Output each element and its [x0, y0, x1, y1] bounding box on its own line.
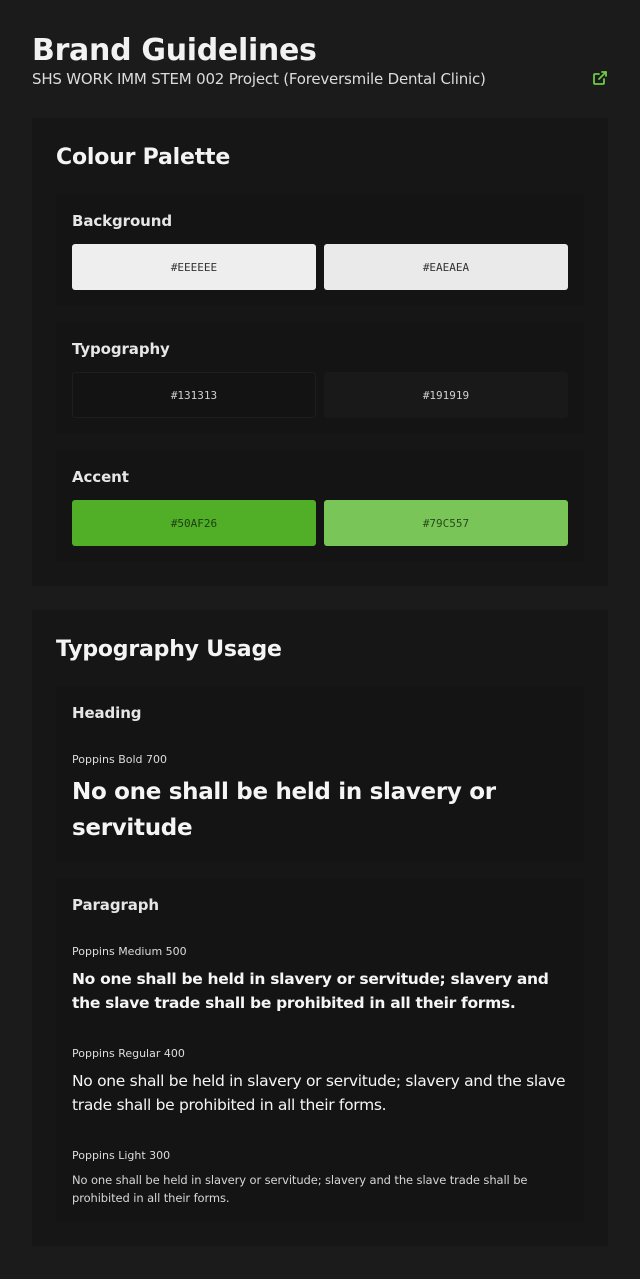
- typography-heading-label: Heading: [72, 704, 142, 722]
- brand-guidelines-page: Brand Guidelines SHS WORK IMM STEM 002 P…: [0, 0, 640, 1279]
- font-name: Poppins Light 300: [72, 1149, 171, 1162]
- color-swatch[interactable]: #EEEEEE: [72, 244, 316, 290]
- palette-group-label: Accent: [72, 468, 129, 486]
- palette-group-label: Typography: [72, 340, 170, 358]
- font-name: Poppins Medium 500: [72, 945, 187, 958]
- typography-usage-title: Typography Usage: [56, 637, 282, 662]
- palette-group-label: Background: [72, 212, 172, 230]
- color-swatch[interactable]: #EAEAEA: [324, 244, 568, 290]
- typography-heading-card: Heading Poppins Bold 700 No one shall be…: [56, 686, 584, 862]
- project-subtitle: SHS WORK IMM STEM 002 Project (Foreversm…: [32, 70, 486, 88]
- font-name: Poppins Regular 400: [72, 1047, 185, 1060]
- font-name: Poppins Bold 700: [72, 753, 167, 766]
- colour-palette-title: Colour Palette: [56, 145, 231, 170]
- heading-sample-text: No one shall be held in slavery or servi…: [72, 779, 496, 841]
- paragraph-sample-regular: No one shall be held in slavery or servi…: [72, 1072, 566, 1114]
- palette-group-typography: Typography #131313 #191919: [56, 322, 584, 434]
- color-swatch[interactable]: #131313: [72, 372, 316, 418]
- page-header: Brand Guidelines SHS WORK IMM STEM 002 P…: [32, 32, 608, 89]
- color-swatch[interactable]: #79C557: [324, 500, 568, 546]
- paragraph-sample-medium: No one shall be held in slavery or servi…: [72, 970, 549, 1012]
- paragraph-sample-light: No one shall be held in slavery or servi…: [72, 1173, 528, 1205]
- typography-paragraph-label: Paragraph: [72, 896, 160, 914]
- palette-group-background: Background #EEEEEE #EAEAEA: [56, 194, 584, 306]
- typography-usage-section: Typography Usage Heading Poppins Bold 70…: [32, 610, 608, 1246]
- external-link-icon[interactable]: [592, 70, 608, 86]
- palette-group-accent: Accent #50AF26 #79C557: [56, 450, 584, 562]
- color-swatch[interactable]: #191919: [324, 372, 568, 418]
- typography-paragraph-card: Paragraph Poppins Medium 500 No one shal…: [56, 878, 584, 1222]
- page-title: Brand Guidelines: [32, 33, 317, 68]
- colour-palette-section: Colour Palette Background #EEEEEE #EAEAE…: [32, 118, 608, 586]
- color-swatch[interactable]: #50AF26: [72, 500, 316, 546]
